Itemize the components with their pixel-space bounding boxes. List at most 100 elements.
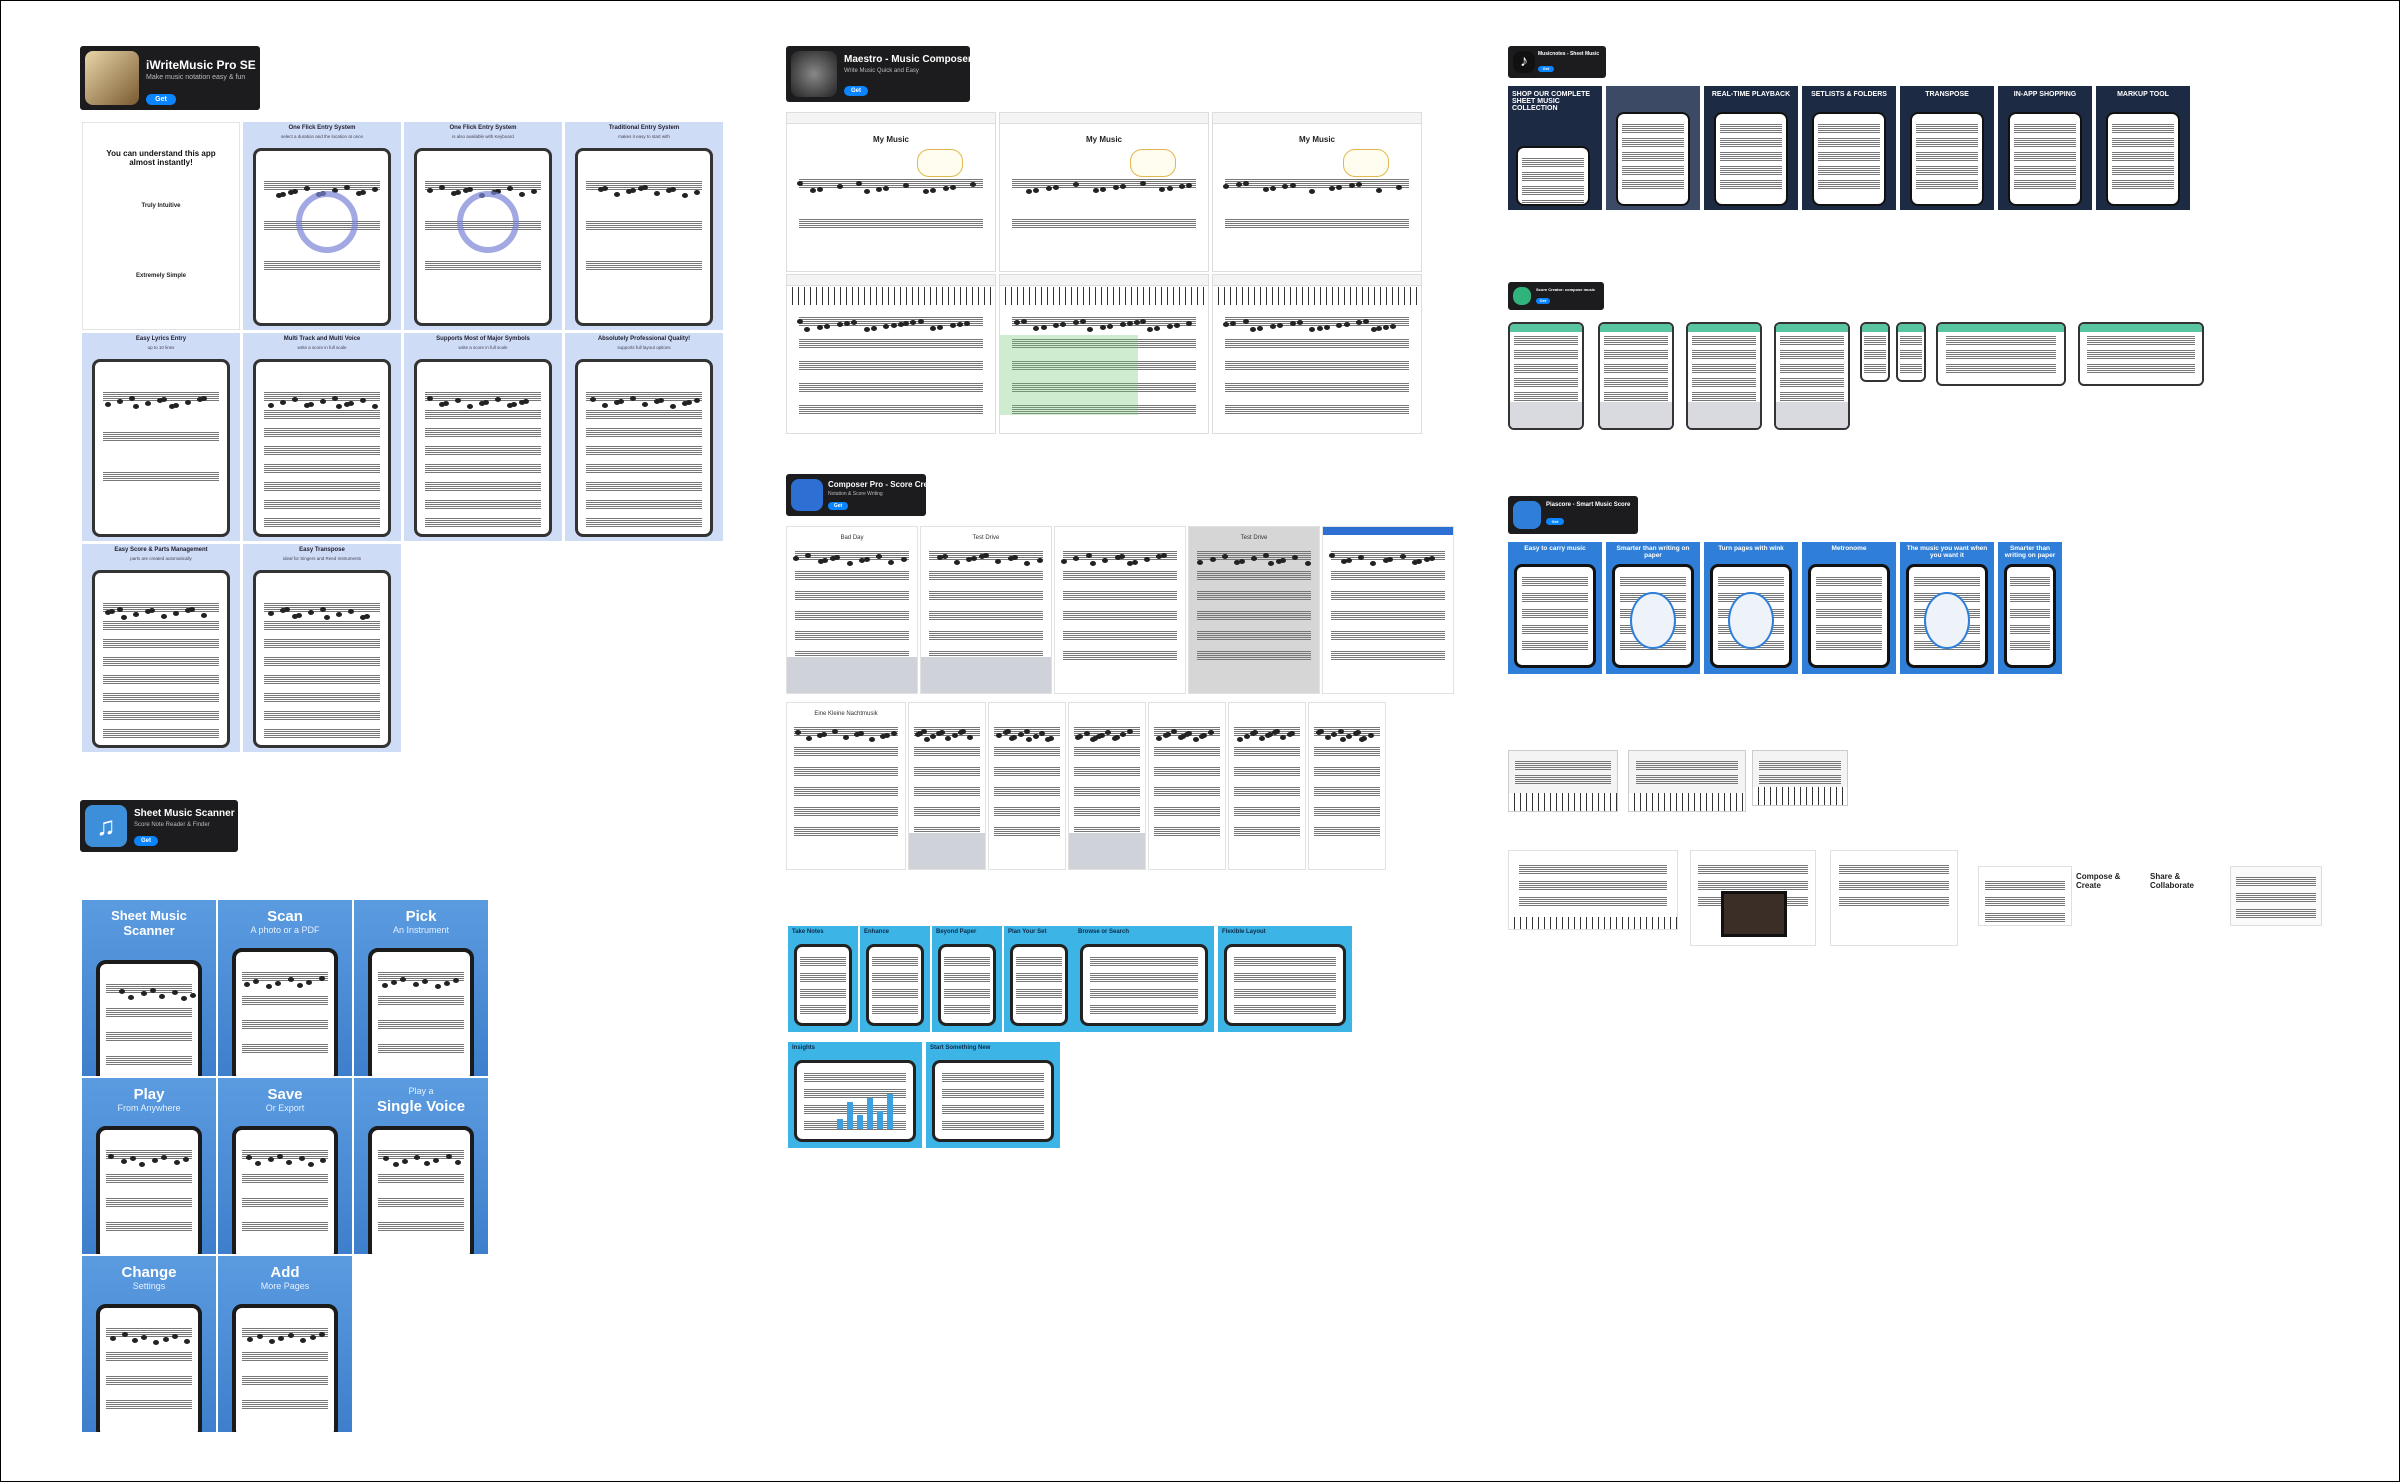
piano-keyboard[interactable] <box>1629 793 1745 811</box>
piano-keyboard[interactable] <box>787 287 995 305</box>
toolbar[interactable] <box>787 113 995 124</box>
composerpro-screenshot-8[interactable] <box>988 702 1066 870</box>
on-screen-keyboard[interactable] <box>921 657 1051 693</box>
scorebook-screenshot-3[interactable]: Beyond Paper <box>932 926 1002 1032</box>
piascore-screenshot-6[interactable]: Smarter than writing on paper <box>1998 542 2062 674</box>
iwrite-screenshot-8[interactable]: Absolutely Professional Quality! supports… <box>565 333 723 541</box>
iwrite-screenshot-3[interactable]: One Flick Entry System is also available … <box>404 122 562 330</box>
toolbar[interactable] <box>1000 275 1208 286</box>
maestro-get-button[interactable]: Get <box>844 86 868 96</box>
scanner-screenshot-8[interactable]: Add More Pages <box>218 1256 352 1432</box>
web-screenshot-4[interactable] <box>1508 850 1678 930</box>
musicnotes-screenshot-7[interactable]: MARKUP TOOL <box>2096 86 2190 210</box>
scorebook-screenshot-2[interactable]: Enhance <box>860 926 930 1032</box>
toolbar[interactable] <box>1213 113 1421 124</box>
maestro-screenshot-6[interactable] <box>1212 274 1422 434</box>
maestro-screenshot-2[interactable]: My Music <box>999 112 1209 272</box>
musicnotes-screenshot-6[interactable]: IN-APP SHOPPING <box>1998 86 2092 210</box>
piano-keyboard[interactable] <box>1753 787 1847 805</box>
piano-keyboard[interactable] <box>1213 287 1421 305</box>
web-screenshot-3[interactable] <box>1752 750 1848 806</box>
scorebook-screenshot-7[interactable]: Insights <box>788 1042 922 1148</box>
web-screenshot-8[interactable] <box>2230 866 2322 926</box>
on-screen-keyboard[interactable] <box>1069 833 1145 869</box>
musicnotes-screenshot-5[interactable]: TRANSPOSE <box>1900 86 1994 210</box>
iwrite-get-button[interactable]: Get <box>146 94 176 105</box>
toolbar[interactable] <box>787 275 995 286</box>
composerpro-get-button[interactable]: Get <box>828 502 848 510</box>
maestro-screenshot-4[interactable] <box>786 274 996 434</box>
maestro-screenshot-5[interactable] <box>999 274 1209 434</box>
iwrite-screenshot-1[interactable]: You can understand this app almost insta… <box>82 122 240 330</box>
scanner-screenshot-4[interactable]: Play From Anywhere <box>82 1078 216 1254</box>
iwrite-screenshot-6[interactable]: Multi Track and Multi Voice write a score… <box>243 333 401 541</box>
flick-wheel[interactable] <box>457 191 519 253</box>
maestro-screenshot-1[interactable]: My Music <box>786 112 996 272</box>
iwrite-screenshot-4[interactable]: Traditional Entry System makes it easy to… <box>565 122 723 330</box>
scorebook-screenshot-5[interactable]: Browse or Search <box>1074 926 1214 1032</box>
scorecreator-screenshot-8[interactable] <box>2078 322 2204 386</box>
composerpro-screenshot-1[interactable]: Bad Day <box>786 526 918 694</box>
composerpro-screenshot-5[interactable] <box>1322 526 1454 694</box>
scorecreator-screenshot-7[interactable] <box>1936 322 2066 386</box>
musicnotes-screenshot-3[interactable]: REAL-TIME PLAYBACK <box>1704 86 1798 210</box>
scorecreator-screenshot-5[interactable] <box>1860 322 1890 382</box>
composerpro-screenshot-3[interactable] <box>1054 526 1186 694</box>
composerpro-screenshot-4[interactable]: Test Drive <box>1188 526 1320 694</box>
web-screenshot-7[interactable] <box>1978 866 2072 926</box>
piascore-screenshot-5[interactable]: The music you want when you want it <box>1900 542 1994 674</box>
musicnotes-screenshot-4[interactable]: SETLISTS & FOLDERS <box>1802 86 1896 210</box>
scanner-screenshot-5[interactable]: Save Or Export <box>218 1078 352 1254</box>
composerpro-screenshot-2[interactable]: Test Drive <box>920 526 1052 694</box>
musicnotes-screenshot-2[interactable] <box>1606 86 1700 210</box>
composerpro-screenshot-9[interactable] <box>1068 702 1146 870</box>
iwrite-screenshot-9[interactable]: Easy Score & Parts Management parts are c… <box>82 544 240 752</box>
composerpro-screenshot-10[interactable] <box>1148 702 1226 870</box>
web-screenshot-1[interactable] <box>1508 750 1618 812</box>
composerpro-screenshot-11[interactable] <box>1228 702 1306 870</box>
scorecreator-get-button[interactable]: Get <box>1536 298 1550 304</box>
piascore-screenshot-1[interactable]: Easy to carry music <box>1508 542 1602 674</box>
on-screen-keyboard[interactable] <box>1688 402 1760 428</box>
piano-keyboard[interactable] <box>1000 287 1208 305</box>
scanner-screenshot-3[interactable]: Pick An Instrument <box>354 900 488 1076</box>
video-frame[interactable] <box>1721 891 1787 937</box>
toolbar[interactable] <box>1213 275 1421 286</box>
iwrite-screenshot-7[interactable]: Supports Most of Major Symbols write a sc… <box>404 333 562 541</box>
composerpro-screenshot-7[interactable] <box>908 702 986 870</box>
toolbar[interactable] <box>1000 113 1208 124</box>
web-screenshot-6[interactable] <box>1830 850 1958 946</box>
iwrite-screenshot-5[interactable]: Easy Lyrics Entry up to 10 lines <box>82 333 240 541</box>
on-screen-keyboard[interactable] <box>1600 402 1672 428</box>
scorecreator-screenshot-3[interactable] <box>1686 322 1762 430</box>
iwrite-screenshot-2[interactable]: One Flick Entry System select a duration … <box>243 122 401 330</box>
composerpro-screenshot-6[interactable]: Eine Kleine Nachtmusik <box>786 702 906 870</box>
scorecreator-screenshot-6[interactable] <box>1896 322 1926 382</box>
piascore-screenshot-2[interactable]: Smarter than writing on paper <box>1606 542 1700 674</box>
iwrite-screenshot-10[interactable]: Easy Transpose ideal for Singers and Reed… <box>243 544 401 752</box>
web-screenshot-2[interactable] <box>1628 750 1746 812</box>
flick-wheel[interactable] <box>296 191 358 253</box>
scorebook-screenshot-1[interactable]: Take Notes <box>788 926 858 1032</box>
piascore-get-button[interactable]: Get <box>1546 518 1564 525</box>
maestro-screenshot-3[interactable]: My Music <box>1212 112 1422 272</box>
piano-keyboard[interactable] <box>1509 793 1617 811</box>
scorecreator-screenshot-1[interactable] <box>1508 322 1584 430</box>
piascore-screenshot-4[interactable]: Metronome <box>1802 542 1896 674</box>
scanner-screenshot-2[interactable]: Scan A photo or a PDF <box>218 900 352 1076</box>
scanner-screenshot-7[interactable]: Change Settings <box>82 1256 216 1432</box>
scanner-screenshot-6[interactable]: Single Voice Play a <box>354 1078 488 1254</box>
scorebook-screenshot-8[interactable]: Start Something New <box>926 1042 1060 1148</box>
composerpro-screenshot-12[interactable] <box>1308 702 1386 870</box>
on-screen-keyboard[interactable] <box>1776 402 1848 428</box>
musicnotes-screenshot-1[interactable]: SHOP OUR COMPLETE SHEET MUSIC COLLECTION <box>1508 86 1602 210</box>
scorecreator-screenshot-2[interactable] <box>1598 322 1674 430</box>
scanner-get-button[interactable]: Get <box>134 836 158 846</box>
piascore-screenshot-3[interactable]: Turn pages with wink <box>1704 542 1798 674</box>
scorebook-screenshot-4[interactable]: Plan Your Set <box>1004 926 1074 1032</box>
on-screen-keyboard[interactable] <box>909 833 985 869</box>
scorebook-screenshot-6[interactable]: Flexible Layout <box>1218 926 1352 1032</box>
on-screen-keyboard[interactable] <box>787 657 917 693</box>
web-screenshot-5[interactable] <box>1690 850 1816 946</box>
scanner-screenshot-1[interactable]: Sheet Music Scanner <box>82 900 216 1076</box>
